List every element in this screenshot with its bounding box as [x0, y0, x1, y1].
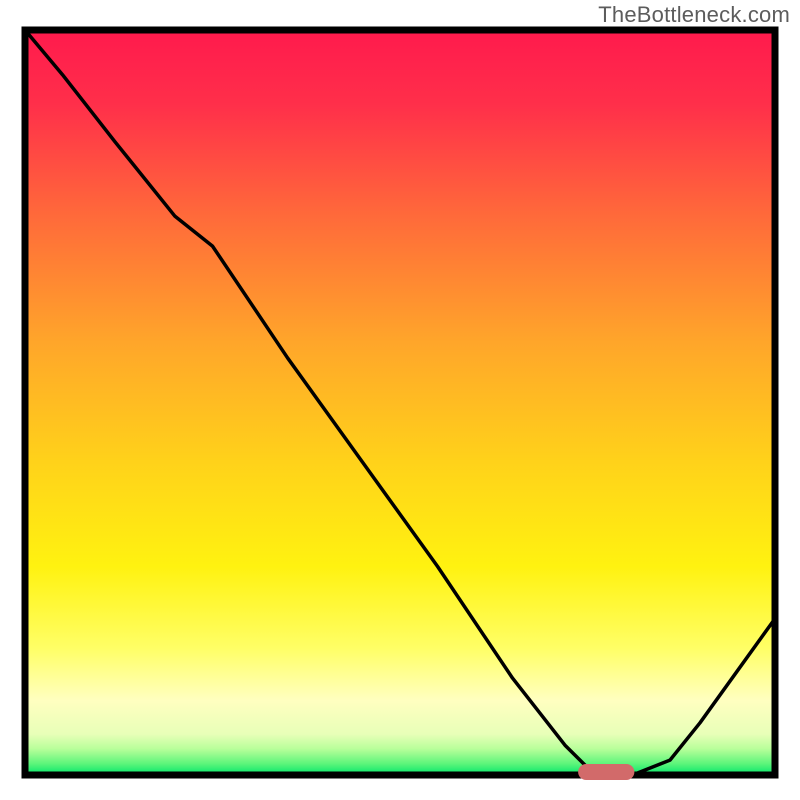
watermark-text: TheBottleneck.com	[598, 2, 790, 28]
chart-container: TheBottleneck.com	[0, 0, 800, 800]
optimum-marker	[578, 764, 634, 780]
plot-area	[25, 30, 775, 775]
curve-chart	[0, 0, 800, 800]
